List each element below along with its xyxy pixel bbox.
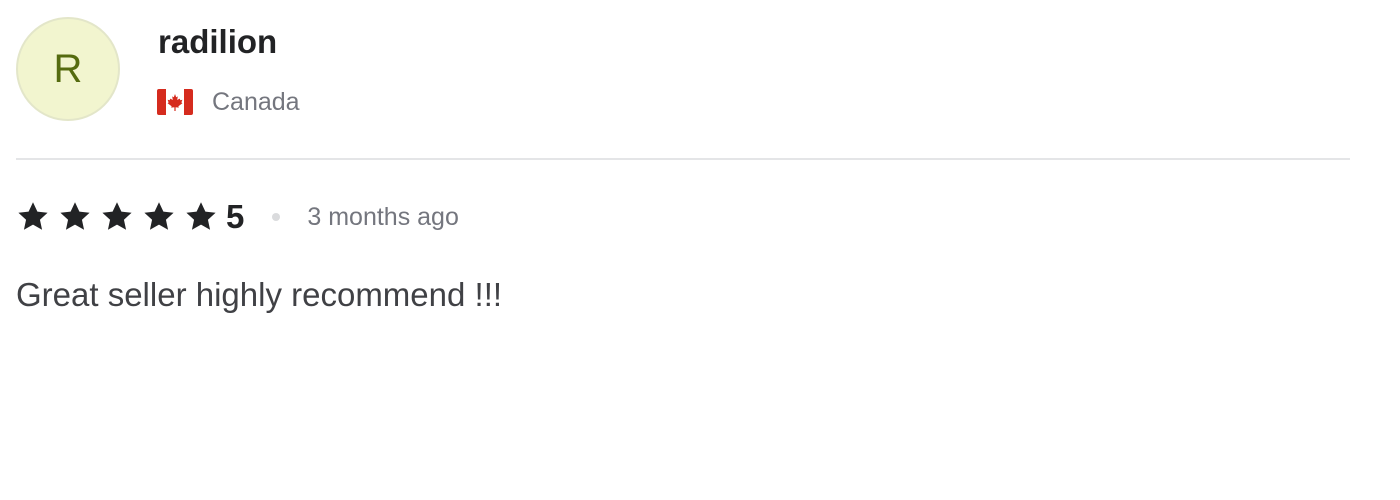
country-name: Canada — [212, 88, 300, 116]
reviewer-country: Canada — [157, 86, 300, 118]
avatar-initial: R — [53, 47, 83, 91]
star-rating — [16, 200, 218, 234]
review-text: Great seller highly recommend !!! — [16, 276, 503, 313]
rating-value: 5 — [226, 198, 245, 235]
star-icon — [144, 202, 174, 230]
avatar[interactable]: R — [16, 17, 120, 121]
star-icon — [18, 202, 48, 230]
star-icon — [102, 202, 132, 230]
review-time: 3 months ago — [307, 203, 459, 231]
canada-flag-icon — [157, 89, 193, 115]
divider — [16, 158, 1350, 160]
reviewer-username[interactable]: radilion — [158, 22, 277, 62]
star-icon — [186, 202, 216, 230]
separator-dot — [272, 213, 281, 221]
review-card: R radilion Canada 5 3 months ago Great s… — [0, 0, 1400, 500]
star-icon — [60, 202, 90, 230]
rating-row: 5 3 months ago — [16, 196, 459, 238]
